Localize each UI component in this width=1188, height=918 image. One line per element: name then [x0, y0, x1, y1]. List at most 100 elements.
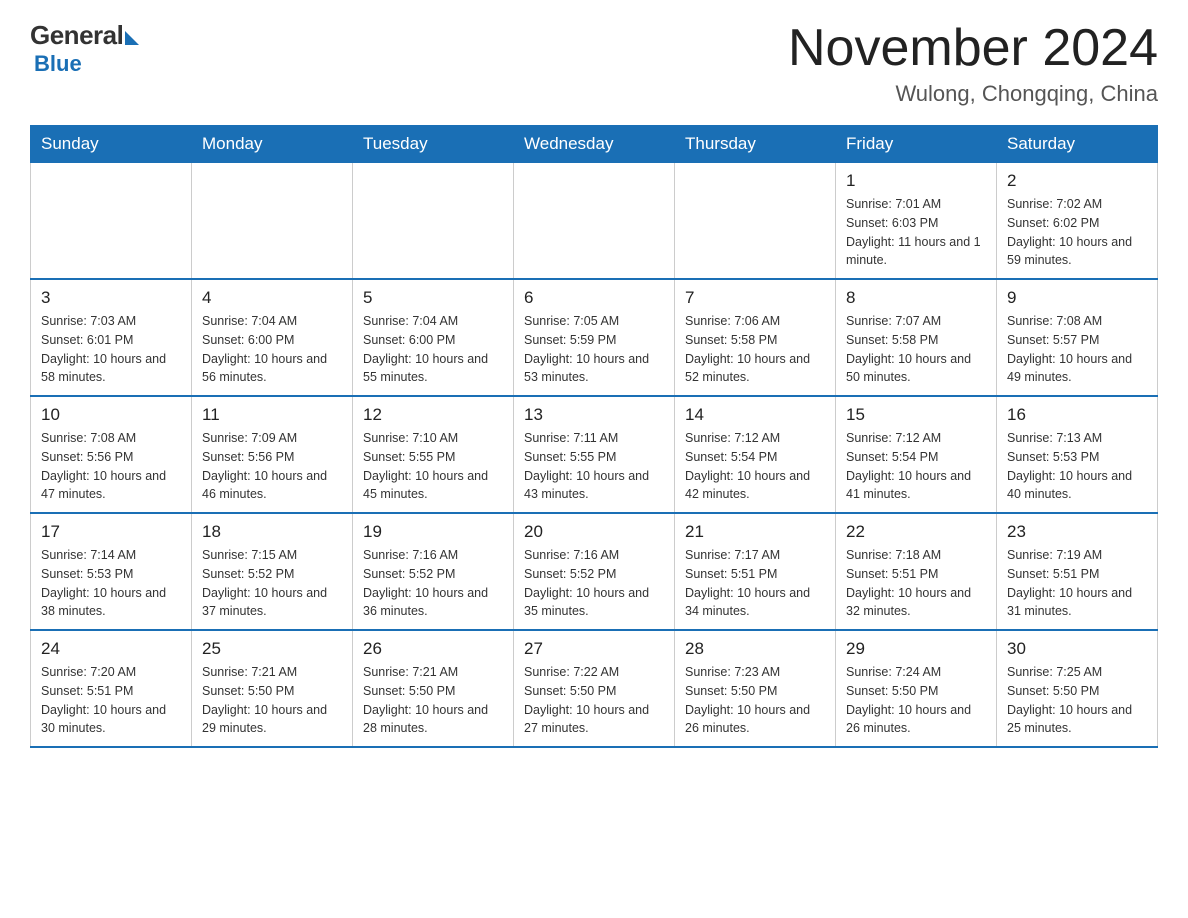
calendar-cell: 14Sunrise: 7:12 AM Sunset: 5:54 PM Dayli…	[675, 396, 836, 513]
calendar-cell: 20Sunrise: 7:16 AM Sunset: 5:52 PM Dayli…	[514, 513, 675, 630]
calendar-week-row: 1 Sunrise: 7:01 AM Sunset: 6:03 PM Daylig…	[31, 163, 1158, 280]
calendar-cell: 18Sunrise: 7:15 AM Sunset: 5:52 PM Dayli…	[192, 513, 353, 630]
calendar-cell: 28 Sunrise: 7:23 AM Sunset: 5:50 PM Dayli…	[675, 630, 836, 747]
day-number: 30	[1007, 639, 1147, 659]
day-info: Sunrise: 7:12 AM Sunset: 5:54 PM Dayligh…	[685, 429, 825, 504]
day-number: 25	[202, 639, 342, 659]
day-number: 7	[685, 288, 825, 308]
calendar-title: November 2024	[788, 20, 1158, 77]
day-info: Sunrise: 7:12 AM Sunset: 5:54 PM Dayligh…	[846, 429, 986, 504]
title-section: November 2024 Wulong, Chongqing, China	[788, 20, 1158, 107]
page-header: General Blue November 2024 Wulong, Chong…	[30, 20, 1158, 107]
calendar-cell: 17 Sunrise: 7:14 AM Sunset: 5:53 PM Dayli…	[31, 513, 192, 630]
day-number: 21	[685, 522, 825, 542]
calendar-cell: 25 Sunrise: 7:21 AM Sunset: 5:50 PM Dayli…	[192, 630, 353, 747]
weekday-header-row: SundayMondayTuesdayWednesdayThursdayFrid…	[31, 126, 1158, 163]
calendar-cell: 6 Sunrise: 7:05 AM Sunset: 5:59 PM Daylig…	[514, 279, 675, 396]
calendar-week-row: 3 Sunrise: 7:03 AM Sunset: 6:01 PM Daylig…	[31, 279, 1158, 396]
calendar-cell	[514, 163, 675, 280]
day-number: 16	[1007, 405, 1147, 425]
calendar-cell: 21 Sunrise: 7:17 AM Sunset: 5:51 PM Dayli…	[675, 513, 836, 630]
calendar-cell	[353, 163, 514, 280]
day-number: 13	[524, 405, 664, 425]
weekday-header-thursday: Thursday	[675, 126, 836, 163]
day-number: 17	[41, 522, 181, 542]
day-number: 29	[846, 639, 986, 659]
calendar-cell: 9 Sunrise: 7:08 AM Sunset: 5:57 PM Daylig…	[997, 279, 1158, 396]
calendar-cell: 26 Sunrise: 7:21 AM Sunset: 5:50 PM Dayli…	[353, 630, 514, 747]
day-number: 9	[1007, 288, 1147, 308]
day-number: 24	[41, 639, 181, 659]
calendar-cell: 4 Sunrise: 7:04 AM Sunset: 6:00 PM Daylig…	[192, 279, 353, 396]
calendar-table: SundayMondayTuesdayWednesdayThursdayFrid…	[30, 125, 1158, 748]
day-number: 19	[363, 522, 503, 542]
day-info: Sunrise: 7:01 AM Sunset: 6:03 PM Dayligh…	[846, 195, 986, 270]
calendar-cell: 11 Sunrise: 7:09 AM Sunset: 5:56 PM Dayli…	[192, 396, 353, 513]
day-info: Sunrise: 7:04 AM Sunset: 6:00 PM Dayligh…	[202, 312, 342, 387]
day-info: Sunrise: 7:18 AM Sunset: 5:51 PM Dayligh…	[846, 546, 986, 621]
day-number: 12	[363, 405, 503, 425]
day-number: 2	[1007, 171, 1147, 191]
day-info: Sunrise: 7:17 AM Sunset: 5:51 PM Dayligh…	[685, 546, 825, 621]
calendar-cell: 16 Sunrise: 7:13 AM Sunset: 5:53 PM Dayli…	[997, 396, 1158, 513]
calendar-week-row: 24Sunrise: 7:20 AM Sunset: 5:51 PM Dayli…	[31, 630, 1158, 747]
day-info: Sunrise: 7:08 AM Sunset: 5:57 PM Dayligh…	[1007, 312, 1147, 387]
calendar-subtitle: Wulong, Chongqing, China	[788, 81, 1158, 107]
calendar-cell: 30 Sunrise: 7:25 AM Sunset: 5:50 PM Dayli…	[997, 630, 1158, 747]
calendar-cell	[192, 163, 353, 280]
day-number: 11	[202, 405, 342, 425]
day-info: Sunrise: 7:24 AM Sunset: 5:50 PM Dayligh…	[846, 663, 986, 738]
day-info: Sunrise: 7:16 AM Sunset: 5:52 PM Dayligh…	[524, 546, 664, 621]
calendar-cell	[31, 163, 192, 280]
day-number: 4	[202, 288, 342, 308]
day-number: 28	[685, 639, 825, 659]
day-info: Sunrise: 7:22 AM Sunset: 5:50 PM Dayligh…	[524, 663, 664, 738]
calendar-cell: 7Sunrise: 7:06 AM Sunset: 5:58 PM Daylig…	[675, 279, 836, 396]
day-info: Sunrise: 7:13 AM Sunset: 5:53 PM Dayligh…	[1007, 429, 1147, 504]
day-number: 15	[846, 405, 986, 425]
weekday-header-saturday: Saturday	[997, 126, 1158, 163]
calendar-cell: 1 Sunrise: 7:01 AM Sunset: 6:03 PM Daylig…	[836, 163, 997, 280]
calendar-cell: 19 Sunrise: 7:16 AM Sunset: 5:52 PM Dayli…	[353, 513, 514, 630]
day-number: 8	[846, 288, 986, 308]
calendar-week-row: 10Sunrise: 7:08 AM Sunset: 5:56 PM Dayli…	[31, 396, 1158, 513]
day-info: Sunrise: 7:19 AM Sunset: 5:51 PM Dayligh…	[1007, 546, 1147, 621]
day-info: Sunrise: 7:09 AM Sunset: 5:56 PM Dayligh…	[202, 429, 342, 504]
calendar-cell: 12Sunrise: 7:10 AM Sunset: 5:55 PM Dayli…	[353, 396, 514, 513]
calendar-cell: 3 Sunrise: 7:03 AM Sunset: 6:01 PM Daylig…	[31, 279, 192, 396]
day-info: Sunrise: 7:14 AM Sunset: 5:53 PM Dayligh…	[41, 546, 181, 621]
day-info: Sunrise: 7:08 AM Sunset: 5:56 PM Dayligh…	[41, 429, 181, 504]
calendar-cell: 13 Sunrise: 7:11 AM Sunset: 5:55 PM Dayli…	[514, 396, 675, 513]
day-info: Sunrise: 7:21 AM Sunset: 5:50 PM Dayligh…	[363, 663, 503, 738]
logo-blue-text: Blue	[34, 51, 82, 77]
day-info: Sunrise: 7:21 AM Sunset: 5:50 PM Dayligh…	[202, 663, 342, 738]
day-info: Sunrise: 7:25 AM Sunset: 5:50 PM Dayligh…	[1007, 663, 1147, 738]
day-number: 5	[363, 288, 503, 308]
day-number: 27	[524, 639, 664, 659]
calendar-cell: 8 Sunrise: 7:07 AM Sunset: 5:58 PM Daylig…	[836, 279, 997, 396]
day-info: Sunrise: 7:05 AM Sunset: 5:59 PM Dayligh…	[524, 312, 664, 387]
calendar-cell	[675, 163, 836, 280]
calendar-cell: 10Sunrise: 7:08 AM Sunset: 5:56 PM Dayli…	[31, 396, 192, 513]
calendar-week-row: 17 Sunrise: 7:14 AM Sunset: 5:53 PM Dayli…	[31, 513, 1158, 630]
day-info: Sunrise: 7:23 AM Sunset: 5:50 PM Dayligh…	[685, 663, 825, 738]
day-info: Sunrise: 7:03 AM Sunset: 6:01 PM Dayligh…	[41, 312, 181, 387]
day-info: Sunrise: 7:11 AM Sunset: 5:55 PM Dayligh…	[524, 429, 664, 504]
calendar-cell: 24Sunrise: 7:20 AM Sunset: 5:51 PM Dayli…	[31, 630, 192, 747]
calendar-cell: 15 Sunrise: 7:12 AM Sunset: 5:54 PM Dayli…	[836, 396, 997, 513]
calendar-cell: 5 Sunrise: 7:04 AM Sunset: 6:00 PM Daylig…	[353, 279, 514, 396]
calendar-cell: 29 Sunrise: 7:24 AM Sunset: 5:50 PM Dayli…	[836, 630, 997, 747]
day-info: Sunrise: 7:02 AM Sunset: 6:02 PM Dayligh…	[1007, 195, 1147, 270]
calendar-cell: 2 Sunrise: 7:02 AM Sunset: 6:02 PM Daylig…	[997, 163, 1158, 280]
weekday-header-friday: Friday	[836, 126, 997, 163]
day-number: 3	[41, 288, 181, 308]
calendar-cell: 22Sunrise: 7:18 AM Sunset: 5:51 PM Dayli…	[836, 513, 997, 630]
day-number: 1	[846, 171, 986, 191]
logo-general-text: General	[30, 20, 123, 51]
day-info: Sunrise: 7:16 AM Sunset: 5:52 PM Dayligh…	[363, 546, 503, 621]
day-number: 6	[524, 288, 664, 308]
day-info: Sunrise: 7:04 AM Sunset: 6:00 PM Dayligh…	[363, 312, 503, 387]
day-number: 26	[363, 639, 503, 659]
weekday-header-monday: Monday	[192, 126, 353, 163]
day-info: Sunrise: 7:07 AM Sunset: 5:58 PM Dayligh…	[846, 312, 986, 387]
